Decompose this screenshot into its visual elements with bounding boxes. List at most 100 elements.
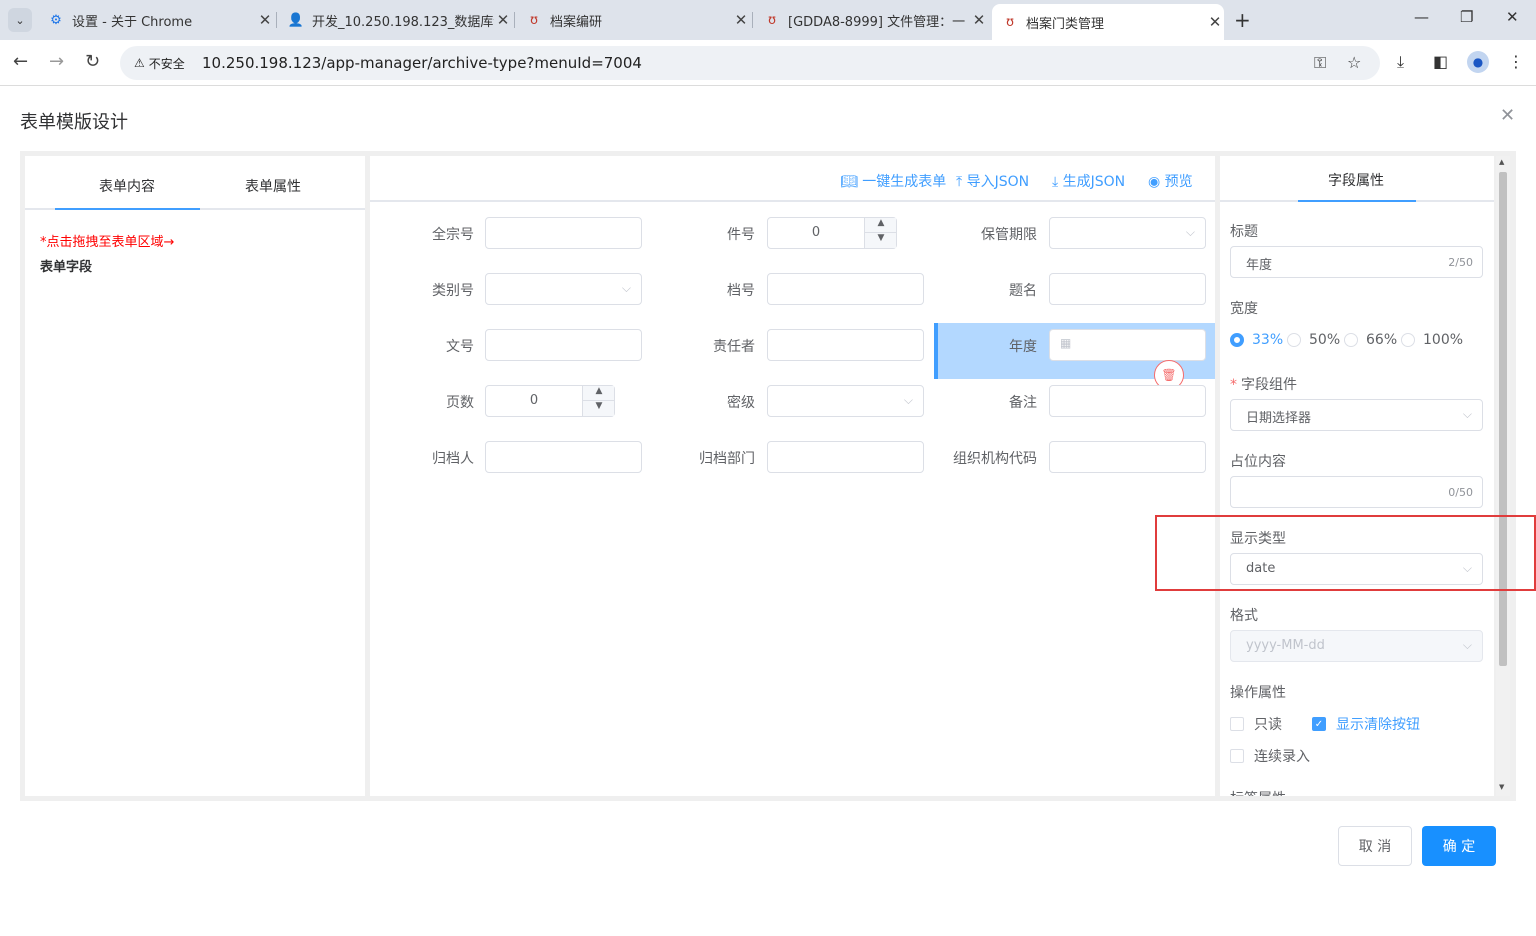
quanzong-input[interactable] bbox=[485, 217, 642, 249]
field-label: 责任者 bbox=[713, 339, 755, 355]
field-group-label: 表单字段 bbox=[40, 260, 93, 275]
placeholder-field[interactable]: 0/50 bbox=[1230, 476, 1483, 508]
cancel-button[interactable]: 取 消 bbox=[1338, 826, 1412, 866]
width-radio-100[interactable]: 100% bbox=[1401, 332, 1463, 348]
trash-icon: 🗑︎ bbox=[1161, 368, 1177, 382]
prop-next-label: 标签属性 bbox=[1230, 788, 1286, 796]
prop-component-label: * 字段组件 bbox=[1230, 377, 1297, 393]
width-radio-50[interactable]: 50% bbox=[1287, 332, 1340, 348]
category-select[interactable]: ⌵ bbox=[485, 273, 642, 305]
remark-input[interactable] bbox=[1049, 385, 1206, 417]
scroll-up-icon[interactable]: ▲ bbox=[1499, 158, 1504, 166]
prop-title-label: 标题 bbox=[1230, 224, 1258, 240]
year-date-picker[interactable]: ▦ bbox=[1049, 329, 1206, 361]
scroll-down-icon[interactable]: ▼ bbox=[1499, 783, 1504, 791]
browser-tab[interactable]: ʊ [GDDA8-8999] 文件管理：一 ✕ bbox=[754, 6, 988, 34]
profile-avatar[interactable]: ● bbox=[1467, 51, 1489, 73]
chevron-down-icon: ⌵ bbox=[903, 393, 913, 407]
component-select[interactable]: 日期选择器 ⌵ bbox=[1230, 399, 1483, 431]
continuous-entry-checkbox[interactable]: 连续录入 bbox=[1230, 746, 1310, 766]
reload-icon[interactable]: ↻ bbox=[85, 51, 100, 72]
title-input[interactable] bbox=[1049, 273, 1206, 305]
decrease-icon[interactable]: ▼ bbox=[865, 233, 897, 248]
security-indicator[interactable]: ⚠ 不安全 bbox=[128, 52, 191, 74]
decrease-icon[interactable]: ▼ bbox=[583, 401, 615, 416]
annotation-highlight-box bbox=[1155, 515, 1536, 591]
org-code-input[interactable] bbox=[1049, 441, 1206, 473]
menu-icon[interactable]: ⋮ bbox=[1508, 52, 1524, 71]
generate-json-button[interactable]: ⤓ 生成JSON bbox=[1052, 171, 1125, 191]
field-label: 档号 bbox=[727, 283, 755, 299]
download-icon: ⤓ bbox=[1052, 174, 1063, 190]
url-text[interactable]: 10.250.198.123/app-manager/archive-type?… bbox=[202, 54, 642, 72]
field-label: 备注 bbox=[1009, 395, 1037, 411]
title-field[interactable]: 年度 2/50 bbox=[1230, 246, 1483, 278]
forward-icon[interactable]: → bbox=[49, 51, 64, 72]
format-select[interactable]: yyyy-MM-dd ⌵ bbox=[1230, 630, 1483, 662]
browser-tab-active[interactable]: ʊ 档案门类管理 ✕ bbox=[992, 4, 1224, 40]
scroll-thumb[interactable] bbox=[1499, 172, 1507, 666]
restore-icon[interactable]: ❐ bbox=[1460, 8, 1473, 26]
window-close-icon[interactable]: ✕ bbox=[1506, 8, 1519, 26]
field-label: 类别号 bbox=[432, 283, 474, 299]
width-radio-33[interactable]: 33% bbox=[1230, 332, 1283, 348]
star-icon[interactable]: ☆ bbox=[1347, 53, 1361, 72]
browser-tab-bar: ⌄ ⚙ 设置 - 关于 Chrome ✕ 👤 开发_10.250.198.123… bbox=[0, 0, 1536, 40]
width-radio-66[interactable]: 66% bbox=[1344, 332, 1397, 348]
side-panel-icon[interactable]: ◧ bbox=[1433, 52, 1448, 71]
close-icon[interactable]: ✕ bbox=[494, 11, 512, 29]
generate-form-button[interactable]: 📖︎ 一键生成表单 bbox=[840, 171, 946, 191]
doc-number-input[interactable] bbox=[485, 329, 642, 361]
tab-separator bbox=[752, 12, 753, 28]
user-photo-icon: 👤 bbox=[287, 12, 305, 28]
minimize-icon[interactable]: — bbox=[1414, 8, 1429, 26]
field-label: 题名 bbox=[1009, 283, 1037, 299]
back-icon[interactable]: ← bbox=[13, 51, 28, 72]
browser-tab[interactable]: ʊ 档案编研 ✕ bbox=[516, 6, 750, 34]
retention-select[interactable]: ⌵ bbox=[1049, 217, 1206, 249]
secrecy-select[interactable]: ⌵ bbox=[767, 385, 924, 417]
active-tab-indicator bbox=[1298, 200, 1416, 202]
chevron-down-icon: ⌵ bbox=[1462, 407, 1472, 421]
upload-icon: ⤒ bbox=[956, 174, 967, 190]
dialog-title: 表单模版设计 bbox=[20, 112, 128, 133]
item-number-stepper[interactable]: 0 ▲ ▼ bbox=[767, 217, 897, 249]
properties-scrollbar[interactable]: ▲ ▼ bbox=[1496, 156, 1510, 796]
key-icon[interactable]: ⚿ bbox=[1314, 53, 1326, 73]
tab-search-button[interactable]: ⌄ bbox=[8, 8, 32, 32]
responsible-input[interactable] bbox=[767, 329, 924, 361]
form-designer: 表单内容 表单属性 *点击拖拽至表单区域→ 表单字段 📖︎ 一键生成表单 ⤒ 导… bbox=[20, 151, 1516, 801]
archive-number-input[interactable] bbox=[767, 273, 924, 305]
eye-icon: ◉ bbox=[1148, 174, 1165, 190]
new-tab-icon[interactable]: + bbox=[1234, 8, 1251, 32]
close-icon[interactable]: ✕ bbox=[1500, 105, 1515, 126]
show-clear-checkbox[interactable]: ✓ 显示清除按钮 bbox=[1312, 714, 1420, 734]
field-label: 件号 bbox=[727, 227, 755, 243]
close-icon[interactable]: ✕ bbox=[732, 11, 750, 29]
tab-field-properties[interactable]: 字段属性 bbox=[1328, 170, 1384, 190]
brand-logo-icon: ʊ bbox=[1005, 14, 1015, 30]
field-label: 文号 bbox=[446, 339, 474, 355]
address-bar[interactable]: ⚠ 不安全 10.250.198.123/app-manager/archive… bbox=[120, 46, 1380, 80]
archivist-input[interactable] bbox=[485, 441, 642, 473]
tab-separator bbox=[514, 12, 515, 28]
readonly-checkbox[interactable]: 只读 bbox=[1230, 714, 1282, 734]
left-tabs: 表单内容 表单属性 bbox=[25, 156, 365, 210]
browser-tab[interactable]: 👤 开发_10.250.198.123_数据库切 ✕ bbox=[278, 6, 512, 34]
browser-tab[interactable]: ⚙ 设置 - 关于 Chrome ✕ bbox=[38, 6, 274, 34]
archive-dept-input[interactable] bbox=[767, 441, 924, 473]
tab-form-properties[interactable]: 表单属性 bbox=[245, 176, 301, 196]
confirm-button[interactable]: 确 定 bbox=[1422, 826, 1496, 866]
active-tab-indicator bbox=[55, 208, 200, 210]
calendar-icon: ▦ bbox=[1060, 336, 1072, 350]
close-icon[interactable]: ✕ bbox=[1206, 13, 1224, 31]
increase-icon[interactable]: ▲ bbox=[583, 386, 615, 401]
tab-form-content[interactable]: 表单内容 bbox=[99, 176, 155, 196]
preview-button[interactable]: ◉ 预览 bbox=[1148, 171, 1193, 191]
close-icon[interactable]: ✕ bbox=[970, 11, 988, 29]
import-json-button[interactable]: ⤒ 导入JSON bbox=[956, 171, 1029, 191]
close-icon[interactable]: ✕ bbox=[256, 11, 274, 29]
page-count-stepper[interactable]: 0 ▲ ▼ bbox=[485, 385, 615, 417]
increase-icon[interactable]: ▲ bbox=[865, 218, 897, 233]
download-icon[interactable]: ⤓ bbox=[1397, 52, 1404, 72]
